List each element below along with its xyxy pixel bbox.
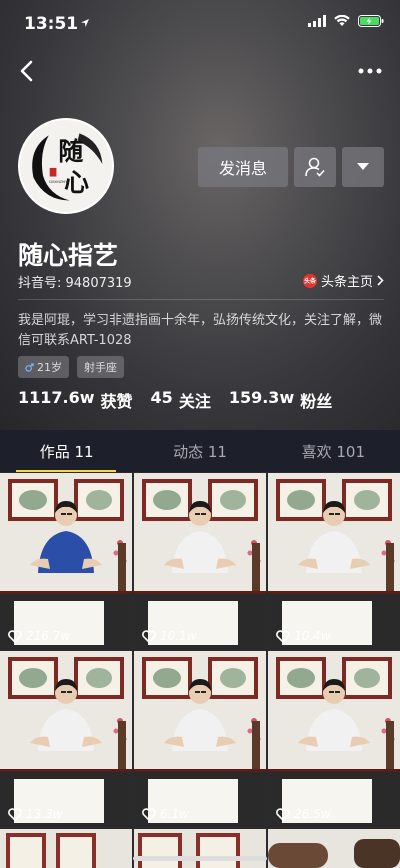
video-scene [134,473,266,649]
likes-stat[interactable]: 1117.6w 获赞 [18,388,133,412]
heart-icon [142,629,156,643]
divider [18,299,384,300]
status-bar: 13:51 [0,0,400,44]
video-thumbnail[interactable]: 6.1w [134,651,266,827]
likes-count: 216.7w [8,629,70,643]
tab-dynamics[interactable]: 动态 11 [133,430,266,472]
video-thumbnail[interactable]: 10.1w [134,473,266,649]
likes-count: 10.1w [142,629,197,643]
likes-count: 26.5w [276,807,331,821]
followers-stat[interactable]: 159.3w 粉丝 [229,388,332,412]
male-icon [25,362,34,372]
following-stat[interactable]: 45 关注 [151,388,211,412]
video-scene [0,473,132,649]
video-thumbnail[interactable]: 13.3w [0,651,132,827]
tab-likes[interactable]: 喜欢 101 [267,430,400,472]
video-thumbnail[interactable] [134,829,266,868]
heart-icon [8,807,22,821]
toutiao-homepage-link[interactable]: 头条 头条主页 [302,271,384,290]
video-scene [268,651,400,827]
follow-button[interactable] [294,147,336,187]
video-grid-partial-row [0,829,400,868]
video-thumbnail[interactable]: 216.7w [0,473,132,649]
likes-count: 10.4w [276,629,331,643]
status-time: 13:51 [24,14,79,34]
back-arrow-icon[interactable] [14,56,40,86]
likes-value: 6.1w [160,807,189,821]
battery-charging-icon [358,15,384,27]
send-message-button[interactable]: 发消息 [198,147,288,187]
likes-value: 10.1w [160,629,197,643]
likes-count: 6.1w [142,807,189,821]
avatar-small-text: SUIXINZHIYI [49,180,69,184]
toutiao-link-label: 头条主页 [320,275,373,290]
video-grid: 216.7w 10.1w 10.4w 13.3w 6.1w 26.5w [0,473,400,827]
video-thumbnail[interactable] [268,829,400,868]
heart-icon [142,807,156,821]
wifi-icon [334,15,350,26]
home-indicator [133,856,267,861]
heart-icon [8,629,22,643]
chevron-right-icon [377,275,384,286]
avatar[interactable]: 随 心 SUIXINZHIYI [18,118,114,214]
more-options-icon[interactable] [354,60,386,82]
triangle-down-icon [357,163,369,170]
signal-icon [308,15,326,27]
video-thumbnail[interactable] [0,829,132,868]
zodiac-tag: 射手座 [77,356,124,378]
heart-icon [276,629,290,643]
likes-value: 26.5w [294,807,331,821]
profile-stats: 1117.6w 获赞 45 关注 159.3w 粉丝 [18,388,332,412]
likes-count: 13.3w [8,807,63,821]
age-label: 21岁 [37,361,62,374]
expand-dropdown-button[interactable] [342,147,384,187]
bio-text: 我是阿琨，学习非遗指画十余年，弘扬传统文化，关注了解，微信可联系ART-1028 [18,313,383,348]
likes-value: 216.7w [26,629,71,643]
tab-works[interactable]: 作品 11 [0,430,133,472]
toutiao-logo-icon: 头条 [302,273,317,288]
video-scene [134,651,266,827]
profile-name: 随心指艺 [18,241,119,270]
video-thumbnail[interactable]: 26.5w [268,651,400,827]
video-scene [268,473,400,649]
likes-value: 13.3w [26,807,63,821]
douyin-id: 抖音号: 94807319 [18,276,132,291]
content-tabs: 作品 11 动态 11 喜欢 101 [0,430,400,472]
likes-value: 10.4w [294,629,331,643]
video-thumbnail[interactable]: 10.4w [268,473,400,649]
user-check-icon [305,157,325,177]
status-indicators [308,15,384,27]
profile-tags: 21岁 射手座 [18,356,124,378]
location-arrow-icon [81,19,89,27]
gender-age-tag: 21岁 [18,356,69,378]
active-tab-indicator [16,470,116,472]
avatar-logo: 随 心 SUIXINZHIYI [21,121,111,211]
avatar-char-1: 随 [58,137,83,166]
video-scene [0,651,132,827]
heart-icon [276,807,290,821]
